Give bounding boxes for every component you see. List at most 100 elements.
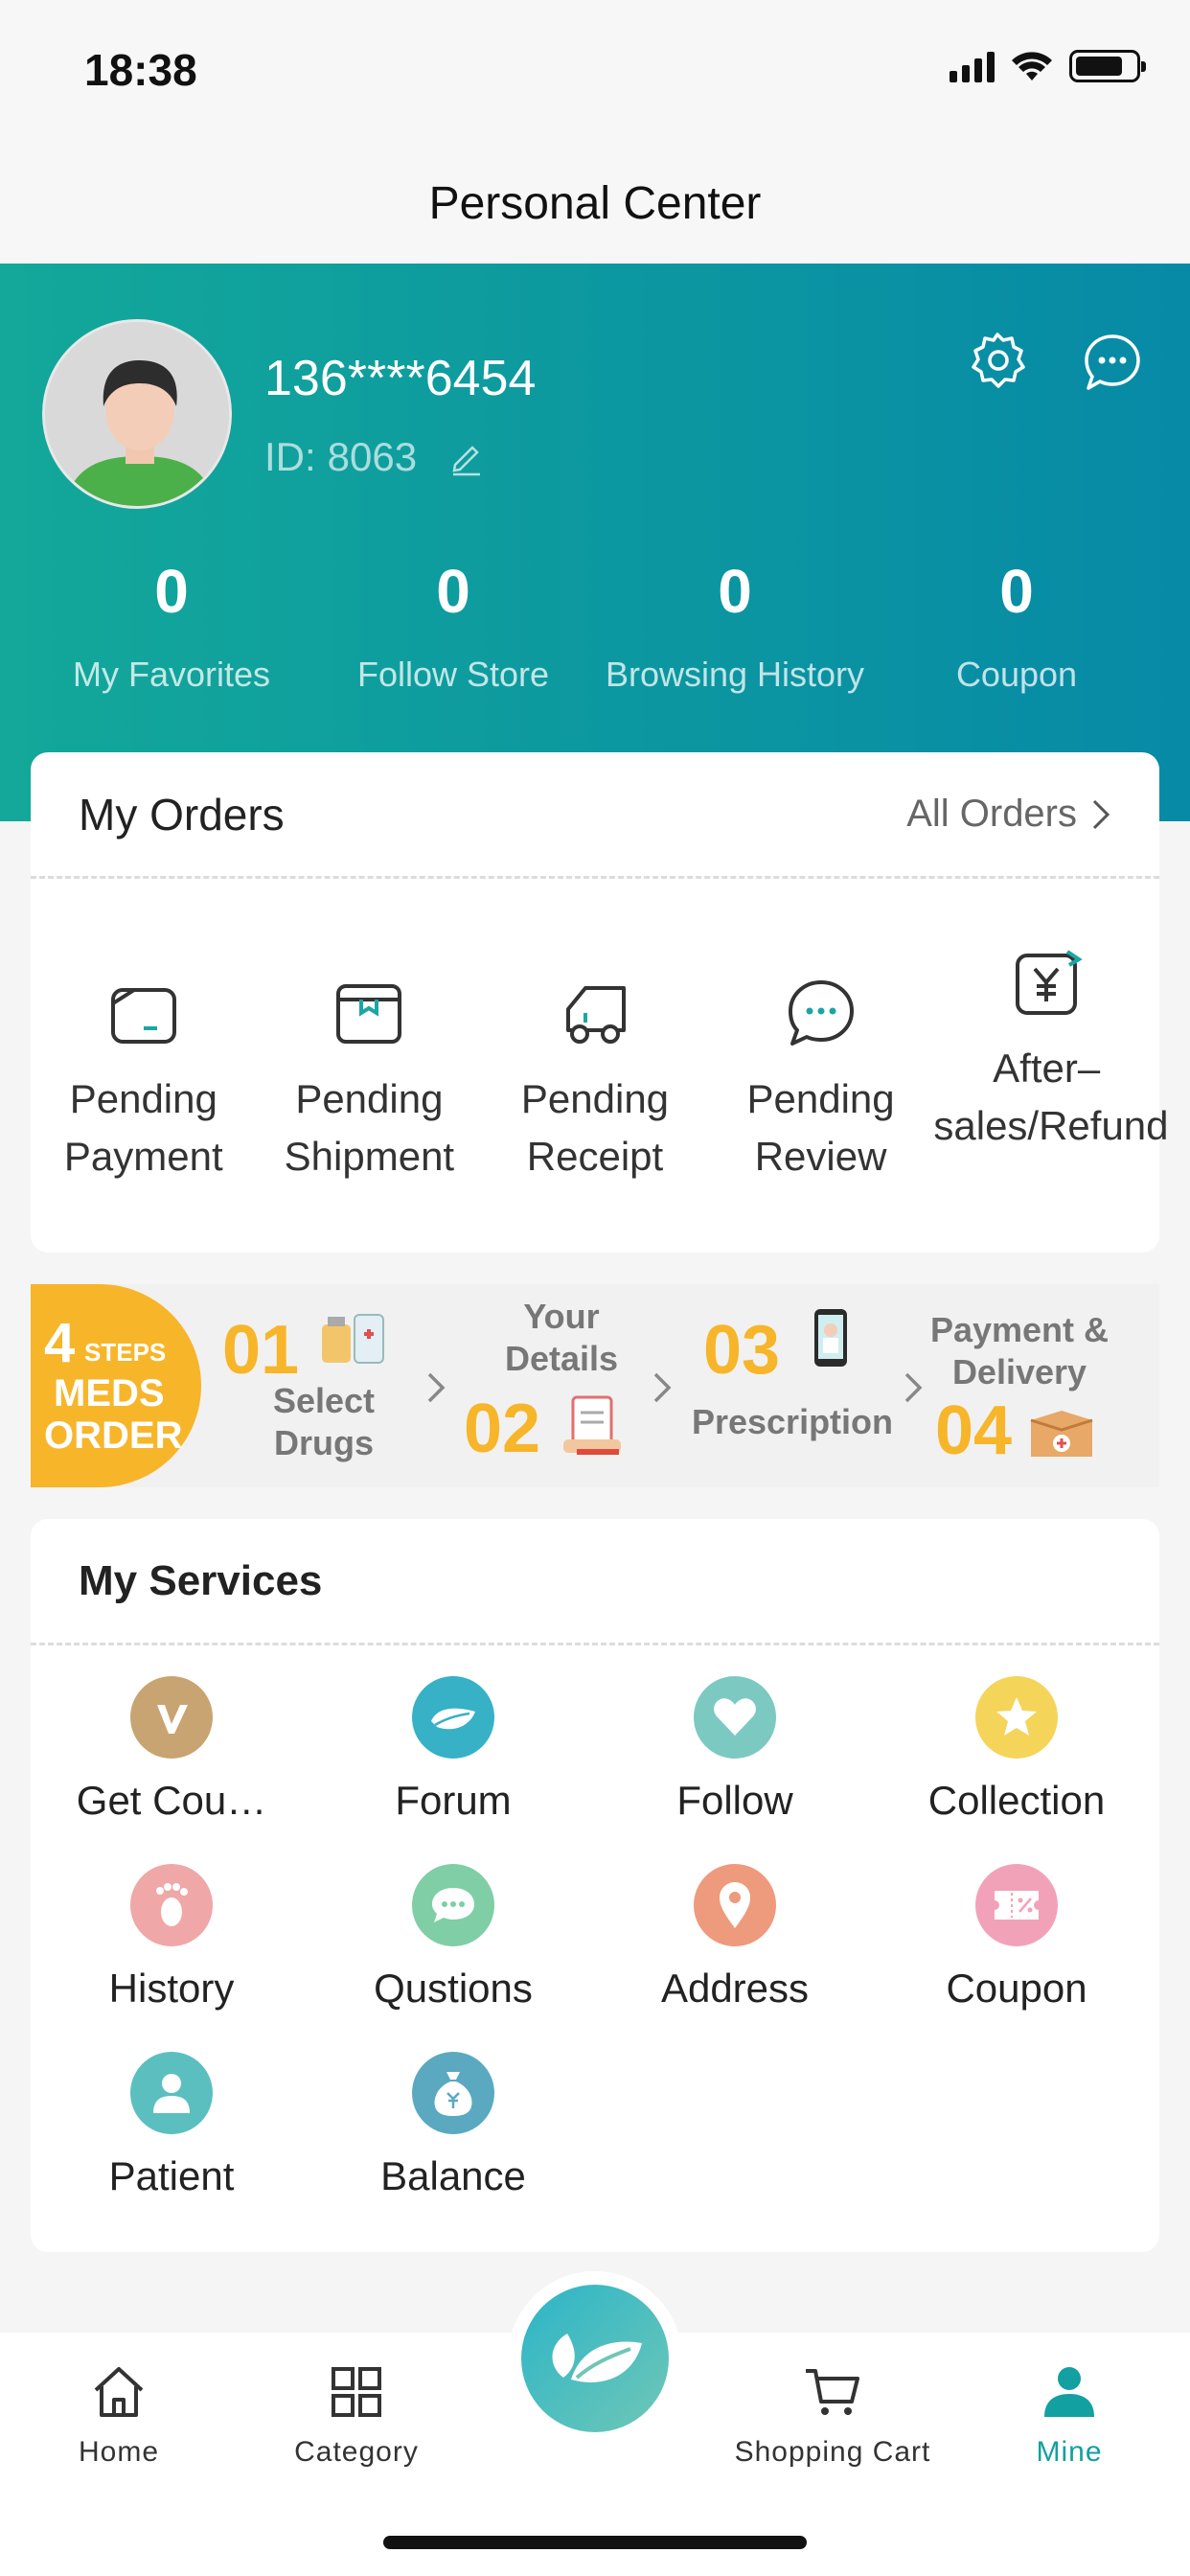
chevron-right-icon	[1092, 799, 1110, 829]
service-address[interactable]: Address	[594, 1864, 876, 2012]
refund-yen-icon	[1016, 950, 1083, 1015]
phone-doctor-icon	[814, 1309, 847, 1367]
badge-meds-text: MEDS	[54, 1372, 165, 1414]
service-patient[interactable]: Patient	[31, 2052, 312, 2199]
step-number: 04	[935, 1392, 1013, 1469]
badge-order-text: ORDER	[44, 1414, 183, 1457]
money-bag-icon	[412, 2052, 494, 2134]
tab-label: Category	[294, 2436, 419, 2468]
user-icon	[1044, 2367, 1094, 2417]
star-icon	[975, 1676, 1058, 1759]
ticket-icon	[975, 1864, 1058, 1946]
tab-category[interactable]: Category	[238, 2361, 475, 2469]
meds-order-steps-banner[interactable]: 4 STEPS MEDS ORDER 01 Select Drugs Your …	[31, 1284, 1159, 1487]
step-text: Your Details	[504, 1297, 619, 1378]
username: 136****6454	[264, 351, 537, 406]
stat-my-favorites[interactable]: 0 My Favorites	[31, 561, 312, 695]
home-indicator	[383, 2536, 807, 2549]
tab-label: Home	[78, 2436, 160, 2468]
medicine-bottles-icon	[322, 1314, 384, 1364]
clipboard-form-icon	[563, 1395, 621, 1455]
grid-icon	[332, 2367, 381, 2417]
leaf-icon	[521, 2285, 669, 2432]
status-time: 18:38	[84, 45, 197, 95]
stat-value: 0	[718, 557, 752, 626]
edit-icon[interactable]	[447, 438, 486, 476]
service-get-coupon[interactable]: Get Cou…	[31, 1676, 312, 1824]
service-label: Follow	[676, 1778, 793, 1823]
step-text: Select Drugs	[272, 1381, 376, 1462]
tab-label: Shopping Cart	[734, 2436, 931, 2468]
v-coupon-icon	[130, 1676, 213, 1759]
stat-value: 0	[154, 557, 189, 626]
order-pending-shipment[interactable]: Pending Shipment	[257, 879, 483, 1249]
service-label: Balance	[380, 2153, 526, 2198]
stat-browsing-history[interactable]: 0 Browsing History	[594, 561, 876, 695]
tab-shopping-cart[interactable]: Shopping Cart	[714, 2361, 951, 2469]
service-label: Forum	[395, 1778, 512, 1823]
chevron-right-icon	[653, 1372, 672, 1403]
step-number: 02	[464, 1391, 541, 1467]
user-id: ID: 8063	[264, 434, 486, 480]
order-label: Pending Review	[746, 1076, 895, 1179]
stat-label: Browsing History	[605, 655, 865, 694]
settings-gear-icon[interactable]	[966, 331, 1029, 394]
service-label: History	[108, 1966, 235, 2011]
service-questions[interactable]: Qustions	[312, 1864, 594, 2012]
chevron-right-icon	[427, 1372, 446, 1403]
stat-coupon[interactable]: 0 Coupon	[876, 561, 1157, 695]
message-icon[interactable]	[1081, 331, 1144, 394]
stat-label: Coupon	[955, 655, 1078, 694]
tab-mine[interactable]: Mine	[950, 2361, 1188, 2469]
tab-label: Mine	[1036, 2436, 1103, 2468]
stat-value: 0	[999, 557, 1034, 626]
order-label: After–sales/Refund	[933, 1046, 1169, 1148]
step-number: 01	[222, 1312, 300, 1389]
steps-badge: 4 STEPS MEDS ORDER	[31, 1284, 201, 1487]
orders-header: My Orders All Orders	[31, 752, 1159, 879]
status-icons	[950, 50, 1146, 82]
orders-title: My Orders	[79, 789, 285, 840]
chat-bubble-icon	[788, 980, 854, 1046]
services-title: My Services	[79, 1556, 323, 1604]
heart-icon	[694, 1676, 776, 1759]
wallet-icon	[110, 988, 176, 1044]
nav-bar: Personal Center	[0, 144, 1190, 264]
badge-steps-text: STEPS	[84, 1338, 167, 1367]
truck-icon	[565, 986, 626, 1044]
service-collection[interactable]: Collection	[876, 1676, 1157, 1824]
order-label: Pending Payment	[63, 1076, 223, 1179]
center-leaf-button[interactable]	[508, 2271, 682, 2446]
services-header: My Services	[31, 1519, 1159, 1645]
stat-label: Follow Store	[356, 655, 550, 694]
avatar[interactable]	[42, 319, 232, 509]
order-after-sales-refund[interactable]: After–sales/Refund	[933, 879, 1169, 1249]
home-icon	[94, 2367, 144, 2417]
service-label: Address	[660, 1966, 810, 2011]
stat-follow-store[interactable]: 0 Follow Store	[312, 561, 594, 695]
order-label: Pending Receipt	[520, 1076, 670, 1179]
signal-icon	[950, 50, 995, 82]
orders-card: My Orders All Orders Pending Payment Pen…	[31, 752, 1169, 1253]
order-label: Pending Shipment	[284, 1076, 455, 1179]
all-orders-link[interactable]: All Orders	[906, 793, 1111, 836]
tab-home[interactable]: Home	[0, 2361, 238, 2469]
service-label: Qustions	[374, 1966, 533, 2011]
package-icon	[336, 984, 402, 1044]
service-history[interactable]: History	[31, 1864, 312, 2012]
stats-row: 0 My Favorites 0 Follow Store 0 Browsing…	[0, 561, 1190, 695]
profile-header: 136****6454 ID: 8063 0 My Favorites 0 Fo…	[0, 264, 1190, 821]
order-pending-receipt[interactable]: Pending Receipt	[482, 879, 708, 1249]
order-pending-review[interactable]: Pending Review	[708, 879, 934, 1249]
service-label: Patient	[108, 2153, 235, 2198]
badge-number: 4	[44, 1312, 76, 1374]
service-forum[interactable]: Forum	[312, 1676, 594, 1824]
service-follow[interactable]: Follow	[594, 1676, 876, 1824]
step-text: Payment & Delivery	[929, 1310, 1110, 1392]
service-coupon[interactable]: Coupon	[876, 1864, 1157, 2012]
service-balance[interactable]: Balance	[312, 2052, 594, 2199]
chat-dots-icon	[412, 1864, 494, 1946]
delivery-box-icon	[1030, 1411, 1093, 1457]
order-pending-payment[interactable]: Pending Payment	[31, 879, 257, 1249]
location-pin-icon	[694, 1864, 776, 1946]
